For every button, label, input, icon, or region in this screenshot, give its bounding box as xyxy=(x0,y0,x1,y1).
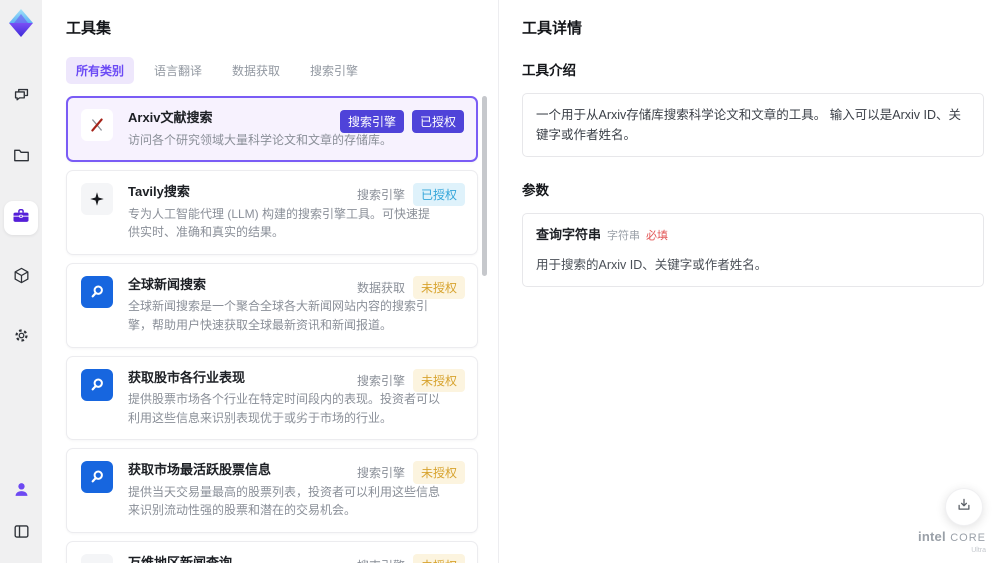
intro-heading: 工具介绍 xyxy=(522,63,576,78)
auth-status-badge: 未授权 xyxy=(412,275,465,299)
tool-category-label: 数据获取 xyxy=(356,280,405,295)
tool-description: 全球新闻搜索是一个聚合全球各大新闻网站内容的搜索引擎，帮助用户快速获取全球最新资… xyxy=(128,299,429,333)
download-icon xyxy=(955,496,973,519)
tool-description: 提供股票市场各个行业在特定时间段内的表现。投资者可以利用这些信息来识别表现优于或… xyxy=(128,392,441,425)
sidebar-item-account[interactable] xyxy=(4,475,38,509)
auth-status-badge: 未授权 xyxy=(412,554,465,563)
rail-nav xyxy=(4,81,38,355)
auth-status-badge: 已授权 xyxy=(412,183,465,207)
tool-category-label: 搜索引擎 xyxy=(356,373,405,388)
chat-icon xyxy=(12,86,31,110)
search-app-icon xyxy=(81,275,113,308)
cube-icon xyxy=(12,266,31,290)
category-tabs: 所有类别 语言翻译 数据获取 搜索引擎 xyxy=(66,57,478,84)
tool-card-most-active-stocks[interactable]: 获取市场最活跃股票信息 提供当天交易量最高的股票列表，投资者可以利用这些信息来识… xyxy=(66,448,478,534)
app-logo-icon xyxy=(5,7,37,39)
tool-category-label: 搜索引擎 xyxy=(356,188,405,203)
sparkle-icon xyxy=(81,183,113,216)
search-app-icon xyxy=(81,461,113,494)
detail-title: 工具详情 xyxy=(522,20,583,37)
auth-status-badge: 未授权 xyxy=(412,461,465,485)
tab-all-categories[interactable]: 所有类别 xyxy=(66,57,135,84)
gear-icon xyxy=(12,326,31,350)
param-type: 字符串 xyxy=(607,230,641,242)
tool-category-label: 搜索引擎 xyxy=(357,557,405,563)
intel-product-text: CORE xyxy=(950,532,986,544)
tool-category-badge: 搜索引擎 xyxy=(339,110,404,133)
param-required-flag: 必填 xyxy=(646,230,669,242)
tool-card-sector-performance[interactable]: 获取股市各行业表现 提供股票市场各个行业在特定时间段内的表现。投资者可以利用这些… xyxy=(66,355,478,441)
sidebar-item-chat[interactable] xyxy=(4,81,38,115)
tool-description: 专为人工智能代理 (LLM) 构建的搜索引擎工具。可快速提供实时、准确和真实的结… xyxy=(128,206,431,240)
search-app-icon xyxy=(81,368,113,401)
user-avatar-icon xyxy=(12,480,31,504)
folder-icon xyxy=(12,146,31,170)
sidebar-item-settings[interactable] xyxy=(4,321,38,355)
tool-description: 访问各个研究领域大量科学论文和文章的存储库。 xyxy=(128,132,393,147)
tool-card-regional-news[interactable]: 万维地区新闻查询 查询具体行政区划内的新闻，快速了解各地新闻动 搜索引擎 未授权 xyxy=(66,541,478,563)
tool-card-tavily[interactable]: Tavily搜索 专为人工智能代理 (LLM) 构建的搜索引擎工具。可快速提供实… xyxy=(66,170,478,255)
param-name: 查询字符串 xyxy=(536,227,602,242)
param-description: 用于搜索的Arxiv ID、关键字或作者姓名。 xyxy=(536,257,768,272)
tool-card-global-news[interactable]: 全球新闻搜索 全球新闻搜索是一个聚合全球各大新闻网站内容的搜索引擎，帮助用户快速… xyxy=(66,262,478,348)
sidebar-item-packages[interactable] xyxy=(4,261,38,295)
tool-list-panel: 工具集 所有类别 语言翻译 数据获取 搜索引擎 Arxiv文献搜索 访问各个研究… xyxy=(42,0,498,563)
collapse-panel-icon xyxy=(12,522,31,546)
sidebar-item-files[interactable] xyxy=(4,141,38,175)
params-heading: 参数 xyxy=(522,183,549,198)
auth-status-badge: 未授权 xyxy=(412,368,465,392)
auth-status-badge: 已授权 xyxy=(411,110,464,133)
toolbox-icon xyxy=(11,206,31,231)
tool-intro-text: 一个用于从Arxiv存储库搜索科学论文和文章的工具。 输入可以是Arxiv ID… xyxy=(522,93,984,157)
page-title: 工具集 xyxy=(66,20,112,37)
download-button[interactable] xyxy=(945,488,983,526)
list-scrollbar[interactable] xyxy=(482,96,487,276)
tool-detail-panel: 工具详情 工具介绍 一个用于从Arxiv存储库搜索科学论文和文章的工具。 输入可… xyxy=(498,0,1000,563)
sidebar-item-tools[interactable] xyxy=(4,201,38,235)
intel-brand-text: intel xyxy=(918,529,946,544)
tool-description: 提供当天交易量最高的股票列表，投资者可以利用这些信息来识别流动性强的股票和潜在的… xyxy=(128,484,441,518)
intel-tier-text: Ultra xyxy=(971,547,986,554)
tab-language-translation[interactable]: 语言翻译 xyxy=(144,57,212,84)
intel-core-badge: intel CORE Ultra xyxy=(918,529,986,554)
tool-card-arxiv[interactable]: Arxiv文献搜索 访问各个研究领域大量科学论文和文章的存储库。 搜索引擎 已授… xyxy=(66,96,478,163)
tab-data-fetch[interactable]: 数据获取 xyxy=(222,57,290,84)
tool-category-label: 搜索引擎 xyxy=(356,466,405,481)
arxiv-logo-icon xyxy=(81,109,113,141)
tab-search-engine[interactable]: 搜索引擎 xyxy=(300,57,368,84)
sidebar-item-collapse[interactable] xyxy=(4,517,38,551)
parameter-box: 查询字符串 字符串 必填 用于搜索的Arxiv ID、关键字或作者姓名。 xyxy=(522,213,984,287)
building-icon xyxy=(81,554,113,563)
left-icon-rail xyxy=(0,0,42,563)
